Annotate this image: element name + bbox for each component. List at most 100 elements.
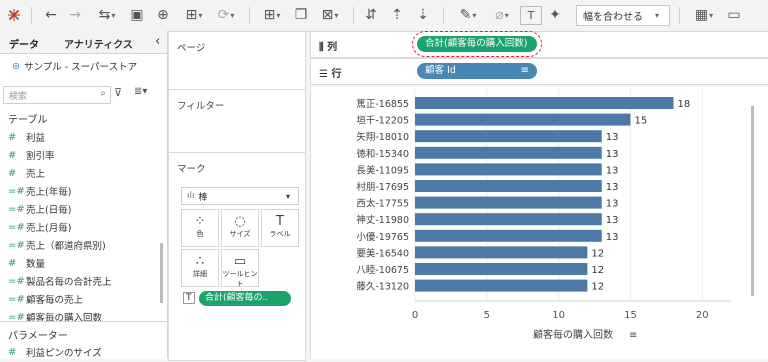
bar [415, 213, 602, 226]
collapse-pane-icon[interactable]: ‹ [155, 34, 160, 49]
pages-shelf[interactable]: ページ [168, 31, 306, 91]
tableau-logo-icon[interactable] [6, 5, 22, 25]
rows-pill[interactable]: 顧客 Id ≡ [417, 63, 537, 79]
undo-icon[interactable]: ← [42, 5, 60, 25]
bar-chart-icon: ılı [187, 191, 195, 201]
category-label: 小優-19765 [356, 231, 409, 243]
rows-icon: ☰ [319, 69, 328, 80]
size-label: サイズ [229, 230, 251, 238]
category-label: 藤久-13120 [356, 281, 409, 293]
refresh-icon[interactable]: ⟳ ▾ [212, 5, 240, 25]
field-item[interactable]: =# 売上(月毎) [8, 220, 71, 235]
category-label: 垣千-12205 [356, 116, 409, 127]
rows-shelf[interactable]: ☰ 行 顧客 Id ≡ [310, 58, 768, 85]
clear-sheet-icon[interactable]: ⊠ ▾ [316, 5, 344, 25]
swap-icon[interactable]: ⇵ [362, 5, 380, 25]
rows-pill-label: 顧客 Id [425, 65, 456, 76]
field-item[interactable]: # 売上 [8, 166, 45, 181]
bar [415, 196, 602, 209]
chart-view: 篤正-16855 18 垣千-12205 15 矢翔-18010 13 徳和-15340 13… [310, 87, 768, 359]
duplicate-sheet-icon[interactable]: ❐ [292, 5, 310, 25]
mark-type-select[interactable]: ılı 棒 ▾ [181, 187, 299, 205]
calc-measure-icon: =# [8, 221, 25, 233]
field-label: 製品名毎の合計売上 [26, 277, 112, 288]
save-icon[interactable]: ▣ [128, 5, 146, 25]
detail-button[interactable]: ∴ 詳細 [181, 249, 219, 287]
columns-icon: ⫼ [319, 42, 324, 53]
tooltip-button[interactable]: ▭ ツールヒント [221, 249, 259, 288]
x-tick-label: 5 [484, 310, 490, 321]
datasource-icon: ⊜ [12, 60, 20, 72]
show-me-icon[interactable]: ▦ ▾ [690, 5, 718, 25]
datasource-item[interactable]: ⊜ サンプル - スーパーストア [12, 59, 137, 74]
divider [0, 321, 167, 322]
x-tick-label: 20 [696, 310, 709, 321]
field-label: 割引率 [26, 151, 55, 162]
datasource-icon[interactable]: ⊞ ▾ [180, 5, 208, 25]
detail-label: 詳細 [193, 270, 207, 278]
new-datasource-icon[interactable]: ⊕ [154, 5, 172, 25]
columns-pill[interactable]: 合計(顧客毎の購入回数) [412, 31, 542, 57]
data-pane-tabs: データ アナリティクス ‹ [0, 31, 167, 54]
view-options-icon[interactable]: ≣▾ [134, 86, 147, 97]
redo-icon[interactable]: → [66, 5, 84, 25]
measure-icon: # [8, 257, 17, 269]
group-icon[interactable]: ⌀ ▾ [488, 5, 516, 25]
field-item[interactable]: =# 売上(日毎) [8, 202, 72, 217]
calc-measure-icon: =# [8, 185, 25, 197]
rows-label: ☰ 行 [319, 65, 341, 80]
filters-shelf[interactable]: フィルター [168, 89, 306, 153]
sort-icon: ≡ [520, 65, 529, 76]
bar [415, 113, 631, 126]
data-label: 12 [591, 248, 604, 259]
data-pane-scrollbar[interactable] [160, 243, 163, 303]
tables-section-label: テーブル [8, 115, 48, 126]
columns-label-text: 列 [327, 42, 338, 53]
bar [415, 279, 588, 292]
tab-analytics[interactable]: アナリティクス [64, 36, 133, 51]
field-item[interactable]: =# 顧客毎の売上 [8, 292, 83, 307]
show-labels-icon[interactable]: T [520, 6, 542, 25]
field-item[interactable]: # 利益 [8, 130, 45, 145]
parameter-item[interactable]: # 利益ピンのサイズ [8, 345, 102, 360]
search-input[interactable]: 検索 ⌕ [3, 86, 111, 104]
tab-data[interactable]: データ [9, 36, 39, 51]
label-button[interactable]: T ラベル [261, 209, 299, 247]
chevron-down-icon: ▾ [286, 191, 291, 201]
bar [415, 163, 602, 176]
presentation-icon[interactable]: ▭ [724, 5, 744, 25]
highlight-icon[interactable]: ✎ ▾ [454, 5, 482, 25]
x-tick-label: 15 [624, 310, 637, 321]
color-button[interactable]: ⁘ 色 [181, 209, 219, 247]
bar [415, 130, 602, 143]
field-label: 売上(年毎) [26, 187, 72, 198]
label-field-pill[interactable]: 合計(顧客毎の.. [199, 291, 291, 306]
tooltip-label: ツールヒント [222, 270, 258, 288]
columns-shelf[interactable]: ⫼ 列 合計(顧客毎の購入回数) [310, 31, 768, 58]
field-item[interactable]: =# 売上（都道府県別) [8, 238, 106, 253]
calc-measure-icon: =# [8, 293, 25, 305]
field-label: 売上(日毎) [26, 205, 72, 216]
filter-icon[interactable]: ⊽ [114, 86, 122, 99]
bar-chart: 篤正-16855 18 垣千-12205 15 矢翔-18010 13 徳和-15340 13… [356, 87, 731, 341]
bar [415, 229, 602, 242]
search-placeholder: 検索 [9, 92, 28, 102]
sort-ascending-icon[interactable]: ⇡ [388, 5, 406, 25]
mark-type-value: 棒 [198, 192, 208, 203]
sort-descending-icon[interactable]: ⇣ [414, 5, 432, 25]
field-item[interactable]: =# 売上(年毎) [8, 184, 72, 199]
field-item[interactable]: =# 製品名毎の合計売上 [8, 274, 112, 289]
new-worksheet-icon[interactable]: ⊞ ▾ [258, 5, 286, 25]
fit-select[interactable]: 幅を合わせる ▾ [576, 5, 670, 26]
category-label: 村朋-17695 [356, 181, 409, 193]
tooltip-icon: ▭ [233, 254, 247, 269]
pin-icon[interactable]: ✦ [546, 5, 564, 25]
chart-scrollbar[interactable] [751, 106, 754, 296]
category-label: 神丈-11980 [356, 214, 409, 226]
bar [415, 180, 602, 192]
field-item[interactable]: # 割引率 [8, 148, 55, 163]
size-icon: ◌ [234, 214, 246, 229]
size-button[interactable]: ◌ サイズ [221, 209, 259, 247]
replay-icon[interactable]: ⇆ ▾ [92, 5, 122, 25]
field-item[interactable]: # 数量 [8, 256, 45, 271]
